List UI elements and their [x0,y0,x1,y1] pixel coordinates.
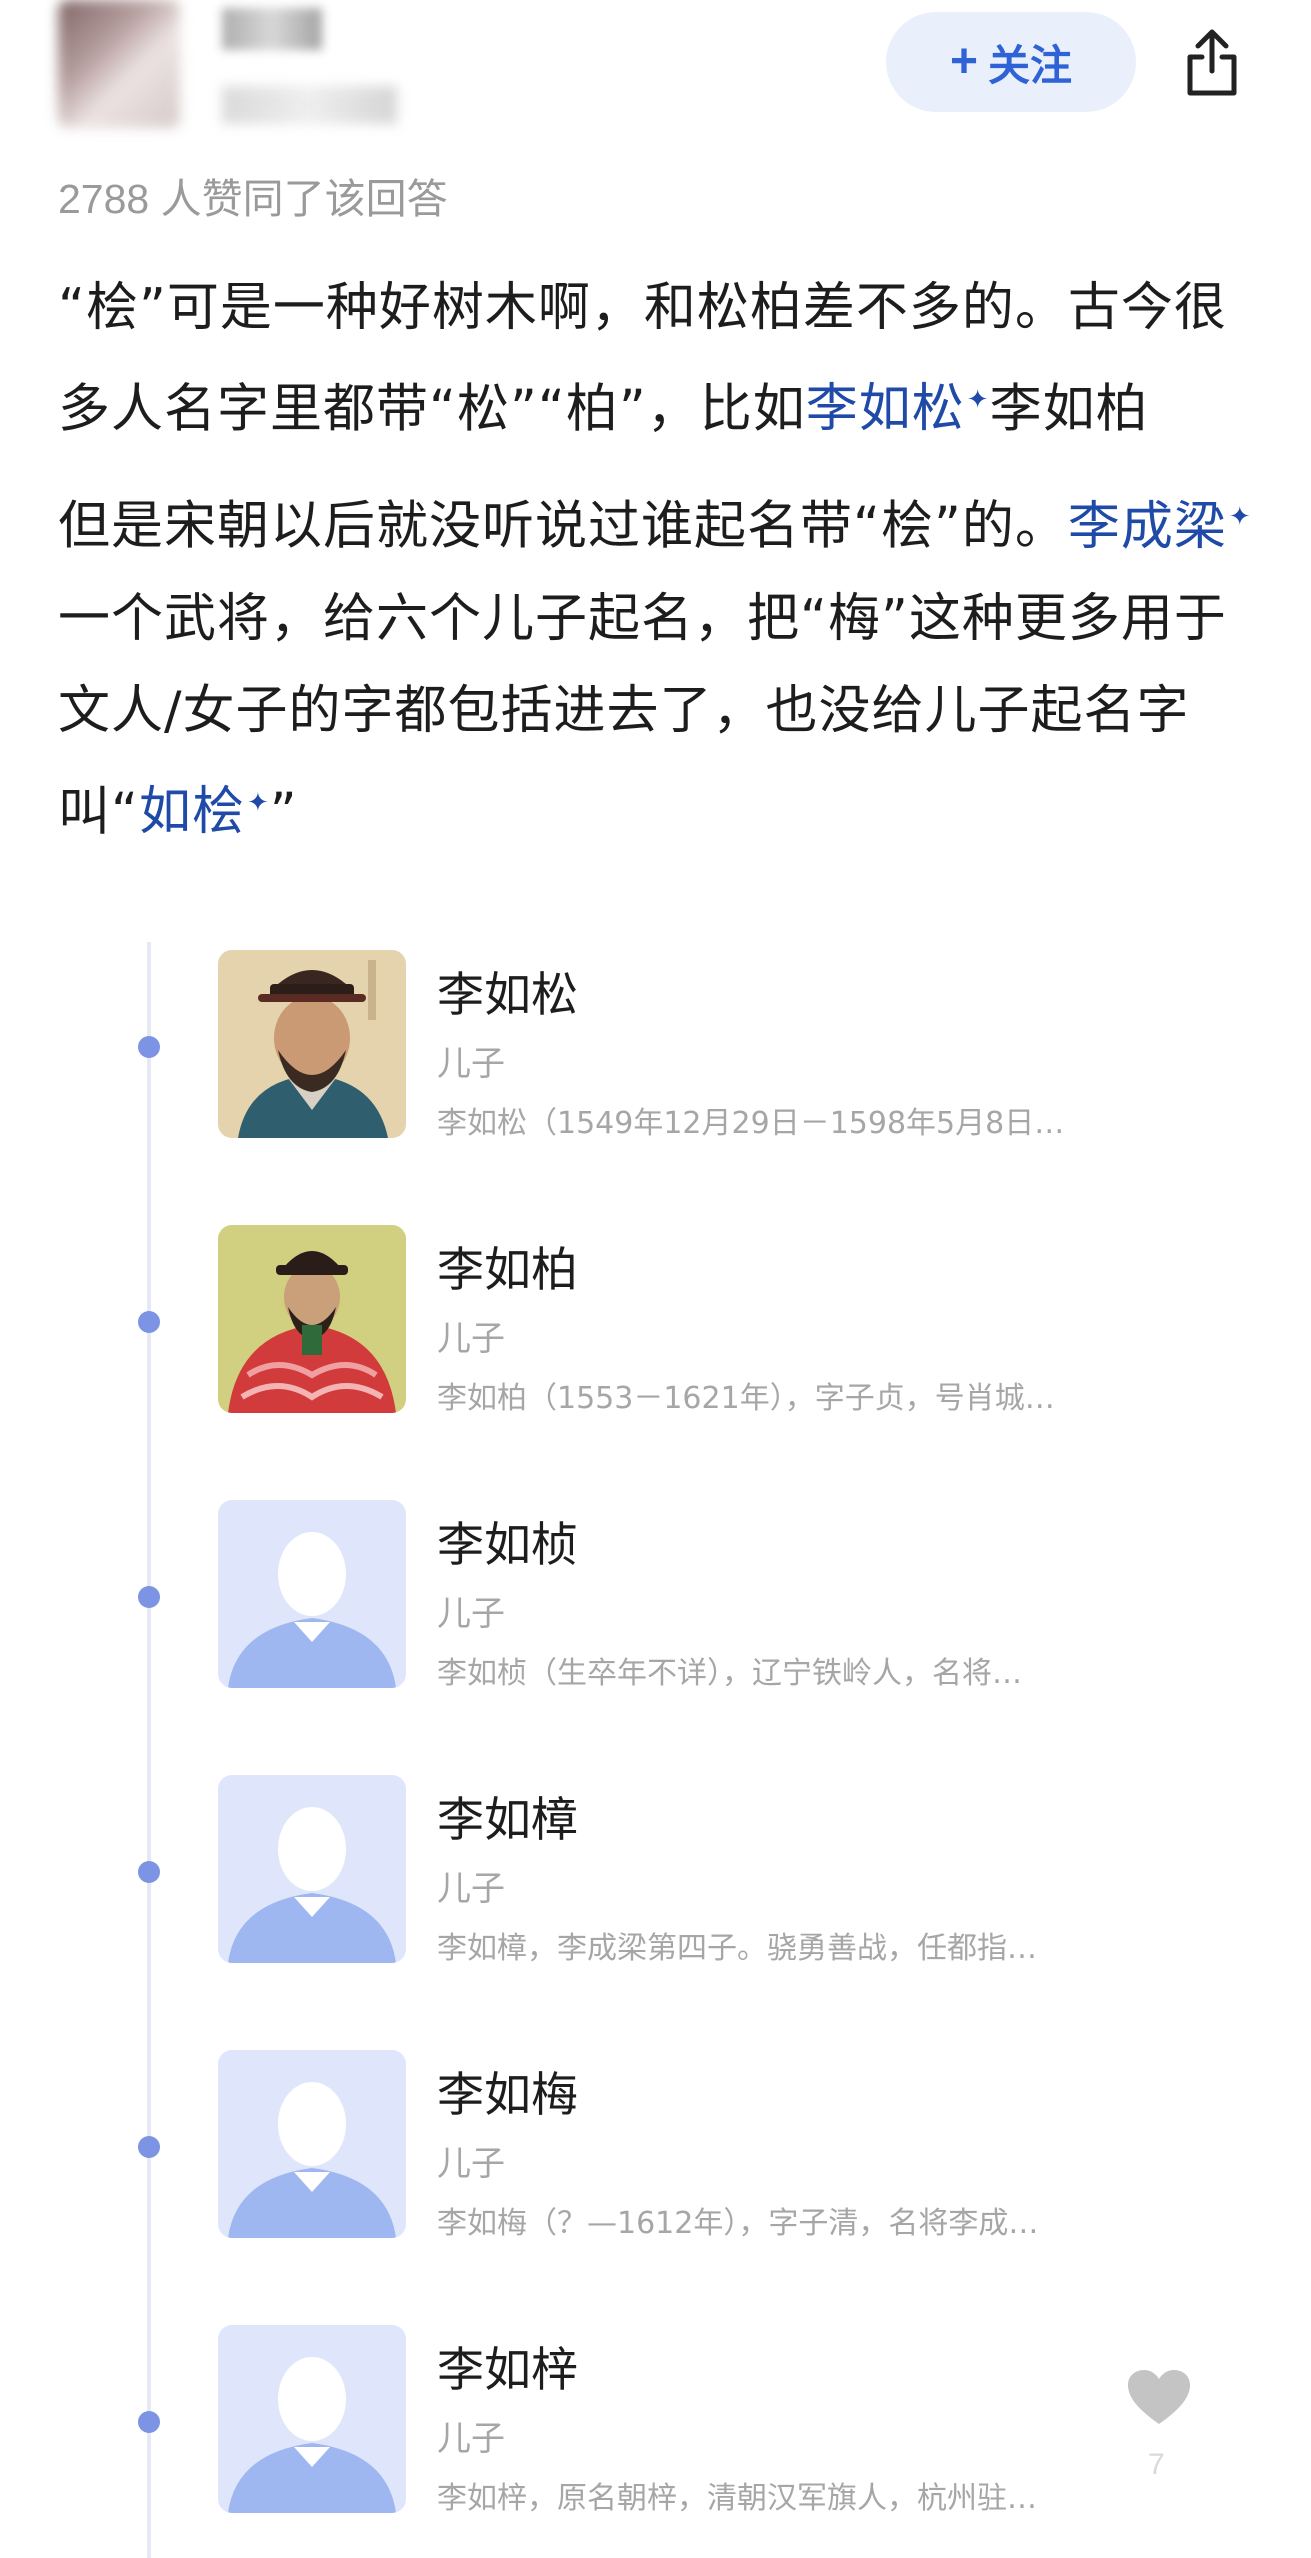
person-description: 李如梓，原名朝梓，清朝汉军旗人，杭州驻… [437,2481,1037,2516]
heart-icon [1128,2370,1190,2424]
person-description: 李如樟，李成梁第四子。骁勇善战，任都指… [437,1931,1037,1966]
list-item[interactable]: 李如柏 儿子 李如柏（1553－1621年），字子贞，号肖城… [0,1225,1311,1425]
portrait-photo [218,2325,406,2513]
sparkle-icon: ✦ [246,787,270,818]
answer-paragraph-1: “桧”可是一种好树木啊，和松柏差不多的。古今很多人名字里都带“松”“柏”，比如李… [58,262,1268,455]
like-button[interactable] [1126,2368,1192,2428]
timeline-line [147,942,151,2558]
person-description: 李如梅（？—1612年），字子清，名将李成… [437,2206,1039,2241]
share-button[interactable] [1172,18,1252,108]
person-name: 李如梅 [437,2068,578,2123]
follow-button[interactable]: + 关注 [886,12,1136,112]
timeline-dot [138,2411,160,2433]
list-item[interactable]: 李如桢 儿子 李如桢（生卒年不详），辽宁铁岭人，名将… [0,1500,1311,1700]
author-bio-redacted [222,86,397,124]
person-description: 李如柏（1553－1621年），字子贞，号肖城… [437,1381,1055,1416]
answer-header: + 关注 [0,0,1311,160]
entity-link-ruhui[interactable]: 如桧✦ [139,782,270,842]
answer-content: “桧”可是一种好树木啊，和松柏差不多的。古今很多人名字里都带“松”“柏”，比如李… [58,262,1268,858]
plus-icon: + [949,35,978,88]
avatar-placeholder-icon [218,1775,406,1963]
sparkle-icon: ✦ [1228,502,1252,533]
timeline-dot [138,1586,160,1608]
list-item[interactable]: 李如梅 儿子 李如梅（？—1612年），字子清，名将李成… [0,2050,1311,2250]
like-count: 7 [1148,2448,1165,2481]
follow-label: 关注 [988,41,1073,89]
portrait-photo [218,950,406,1138]
timeline-dot [138,2136,160,2158]
portrait-blue-robe-icon [218,950,406,1138]
link-text: 如桧 [138,781,245,842]
relation-label: 儿子 [437,1869,505,1909]
paragraph-text: 但是宋朝以后就没听说过谁起名带“桧”的。 [58,496,1068,557]
link-text: 李如松 [805,379,965,440]
person-name: 李如樟 [437,1793,578,1848]
entity-link-li-chengliang[interactable]: 李成梁✦ [1068,497,1252,557]
upvote-count: 2788 人赞同了该回答 [58,176,448,222]
entity-link-li-rusong[interactable]: 李如松✦ [806,379,990,439]
portrait-photo [218,1500,406,1688]
list-item[interactable]: 李如松 儿子 李如松（1549年12月29日－1598年5月8日… [0,950,1311,1150]
person-name: 李如柏 [437,1243,578,1298]
portrait-photo [218,2050,406,2238]
person-description: 李如桢（生卒年不详），辽宁铁岭人，名将… [437,1656,1022,1691]
person-name: 李如桢 [437,1518,578,1573]
relation-label: 儿子 [437,1594,505,1634]
avatar-placeholder-icon [218,2325,406,2513]
portrait-photo [218,1775,406,1963]
author-avatar[interactable] [58,0,180,128]
relation-label: 儿子 [437,2419,505,2459]
person-description: 李如松（1549年12月29日－1598年5月8日… [437,1106,1065,1141]
link-text: 李成梁 [1067,496,1227,557]
list-item[interactable]: 李如梓 儿子 李如梓，原名朝梓，清朝汉军旗人，杭州驻… [0,2325,1311,2525]
portrait-photo [218,1225,406,1413]
person-name: 李如松 [437,968,578,1023]
relation-label: 儿子 [437,1044,505,1084]
timeline-dot [138,1036,160,1058]
relation-label: 儿子 [437,1319,505,1359]
person-name: 李如梓 [437,2343,578,2398]
avatar-placeholder-icon [218,2050,406,2238]
sparkle-icon: ✦ [966,385,990,415]
paragraph-text: 李如柏 [989,379,1149,440]
share-icon [1187,29,1237,96]
timeline-dot [138,1311,160,1333]
author-name-redacted[interactable] [222,8,322,50]
paragraph-text: ” [269,781,298,842]
portrait-red-robe-icon [218,1225,406,1413]
answer-paragraph-2: 但是宋朝以后就没听说过谁起名带“桧”的。李成梁✦一个武将，给六个儿子起名，把“梅… [58,471,1268,858]
relation-label: 儿子 [437,2144,505,2184]
timeline-dot [138,1861,160,1883]
avatar-placeholder-icon [218,1500,406,1688]
list-item[interactable]: 李如樟 儿子 李如樟，李成梁第四子。骁勇善战，任都指… [0,1775,1311,1975]
